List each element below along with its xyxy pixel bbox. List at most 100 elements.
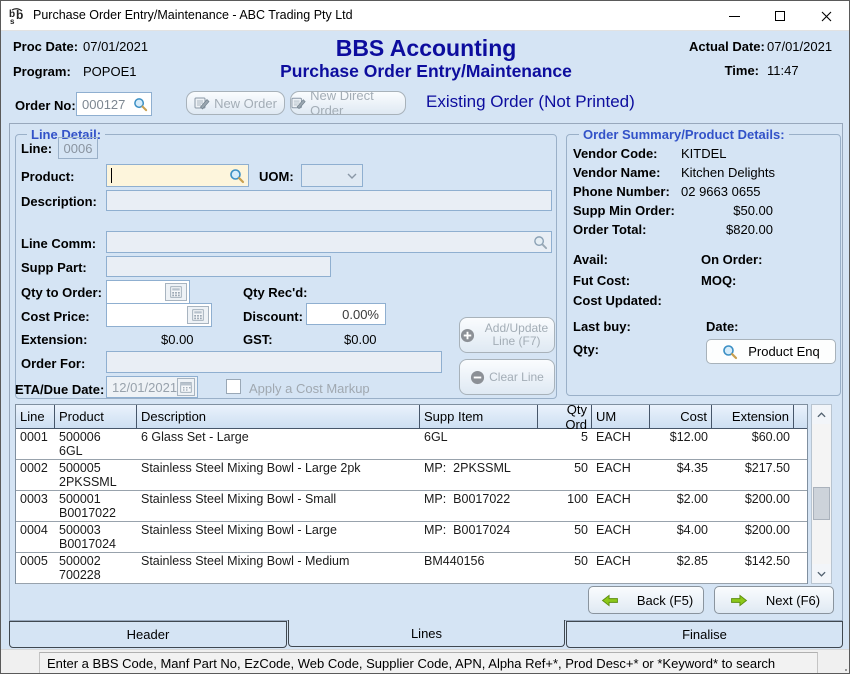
table-header-row: Line Product Description Supp Item Qty O… [16, 405, 807, 429]
product-enq-search-icon [722, 344, 738, 360]
cell-description: Stainless Steel Mixing Bowl - Medium [137, 553, 420, 583]
line-comm-search-icon[interactable] [533, 235, 548, 250]
product-enq-button[interactable]: Product Enq [706, 339, 836, 364]
tab-finalise[interactable]: Finalise [566, 621, 843, 648]
scroll-down-button[interactable] [812, 564, 831, 583]
supp-part-input[interactable] [106, 256, 331, 277]
back-button[interactable]: Back (F5) [588, 586, 704, 614]
resize-grip-icon[interactable] [845, 669, 847, 671]
calendar-icon[interactable] [177, 378, 195, 396]
product-code: 500003 [59, 524, 133, 538]
scrollbar-thumb[interactable] [813, 487, 830, 520]
maximize-button[interactable] [757, 1, 803, 31]
proc-date-value: 07/01/2021 [83, 39, 148, 54]
new-order-icon [194, 96, 210, 110]
order-lines-table: Line Product Description Supp Item Qty O… [15, 404, 808, 584]
col-header-extension[interactable]: Extension [712, 405, 794, 428]
product-code: 500001 [59, 493, 133, 507]
window-title: Purchase Order Entry/Maintenance - ABC T… [33, 8, 353, 22]
program-label: Program: [13, 64, 71, 79]
col-header-qty-ord[interactable]: Qty Ord [538, 405, 592, 428]
line-number-field: 0006 [58, 137, 98, 159]
discount-input[interactable]: 0.00% [306, 303, 386, 325]
cell-product: 500001B0017022 [55, 491, 137, 521]
col-header-description[interactable]: Description [137, 405, 420, 428]
cell-description: Stainless Steel Mixing Bowl - Large 2pk [137, 460, 420, 490]
order-no-label: Order No: [15, 98, 76, 113]
product-alt-code: B0017024 [59, 538, 133, 552]
minimize-button[interactable] [711, 1, 757, 31]
fut-cost-label: Fut Cost: [573, 273, 630, 288]
tab-lines-label: Lines [411, 626, 442, 641]
col-header-line[interactable]: Line [16, 405, 55, 428]
new-order-button[interactable]: New Order [186, 91, 285, 115]
tab-lines[interactable]: Lines [288, 620, 565, 647]
cell-line: 0001 [16, 429, 55, 459]
product-code: 500002 [59, 555, 133, 569]
maximize-icon [775, 11, 785, 21]
description-input[interactable] [106, 190, 552, 211]
qty-to-order-input[interactable] [106, 280, 190, 304]
col-header-um[interactable]: UM [592, 405, 650, 428]
product-input[interactable] [106, 164, 249, 187]
close-button[interactable] [803, 1, 849, 31]
order-search-icon[interactable] [133, 97, 148, 112]
cell-qty-ord: 5 [538, 429, 592, 459]
status-message: Enter a BBS Code, Manf Part No, EzCode, … [40, 656, 775, 671]
screen-title: Purchase Order Entry/Maintenance [226, 61, 626, 82]
cell-product: 5000052PKSSML [55, 460, 137, 490]
scroll-up-button[interactable] [812, 405, 831, 424]
description-label: Description: [21, 194, 97, 209]
table-row[interactable]: 0004 500003B0017024 Stainless Steel Mixi… [16, 522, 807, 553]
cell-cost: $4.35 [650, 460, 712, 490]
tab-header[interactable]: Header [9, 621, 287, 648]
cell-product: 500002700228 [55, 553, 137, 583]
table-row[interactable]: 0001 5000066GL 6 Glass Set - Large 6GL 5… [16, 429, 807, 460]
order-no-input[interactable]: 000127 [76, 92, 152, 116]
product-alt-code: 6GL [59, 445, 133, 459]
status-bar: Enter a BBS Code, Manf Part No, EzCode, … [1, 649, 850, 674]
new-direct-order-button[interactable]: New Direct Order [290, 91, 406, 115]
next-label: Next (F6) [766, 593, 820, 608]
order-for-input[interactable] [106, 351, 442, 373]
add-update-line-button[interactable]: Add/Update Line (F7) [459, 317, 555, 353]
table-row[interactable]: 0003 500001B0017022 Stainless Steel Mixi… [16, 491, 807, 522]
qty-calculator-icon[interactable] [165, 283, 187, 301]
cell-extension: $217.50 [712, 460, 794, 490]
cell-um: EACH [592, 553, 650, 583]
cost-price-input[interactable] [106, 303, 212, 327]
arrow-left-icon [599, 594, 621, 607]
order-status-text: Existing Order (Not Printed) [426, 92, 635, 112]
qty-to-order-label: Qty to Order: [21, 285, 102, 300]
uom-dropdown[interactable] [301, 164, 363, 187]
eta-due-date-input[interactable]: 12/01/2021 [106, 376, 198, 398]
new-order-label: New Order [214, 96, 277, 111]
product-search-icon[interactable] [229, 168, 245, 184]
product-label: Product: [21, 169, 74, 184]
col-header-product[interactable]: Product [55, 405, 137, 428]
next-button[interactable]: Next (F6) [714, 586, 834, 614]
table-scrollbar[interactable] [811, 404, 832, 584]
line-comm-input[interactable] [106, 231, 552, 253]
add-update-line-label: Add/Update Line (F7) [479, 322, 554, 348]
col-header-cost[interactable]: Cost [650, 405, 712, 428]
time-value: 11:47 [767, 63, 799, 78]
avail-label: Avail: [573, 252, 608, 267]
col-header-supp-item[interactable]: Supp Item [420, 405, 538, 428]
extension-value: $0.00 [161, 332, 194, 347]
cell-description: Stainless Steel Mixing Bowl - Large [137, 522, 420, 552]
cell-extension: $200.00 [712, 491, 794, 521]
line-comm-label: Line Comm: [21, 236, 96, 251]
col-header-filler [794, 405, 807, 428]
apply-cost-markup-checkbox[interactable] [226, 379, 241, 394]
cost-calculator-icon[interactable] [187, 306, 209, 324]
last-buy-label: Last buy: [573, 319, 631, 334]
table-row[interactable]: 0005 500002700228 Stainless Steel Mixing… [16, 553, 807, 584]
clear-line-button[interactable]: Clear Line [459, 359, 555, 395]
vendor-code-value: KITDEL [681, 146, 727, 161]
product-alt-code: B0017022 [59, 507, 133, 521]
status-message-panel: Enter a BBS Code, Manf Part No, EzCode, … [39, 652, 818, 674]
cell-cost: $4.00 [650, 522, 712, 552]
product-code: 500005 [59, 462, 133, 476]
table-row[interactable]: 0002 5000052PKSSML Stainless Steel Mixin… [16, 460, 807, 491]
